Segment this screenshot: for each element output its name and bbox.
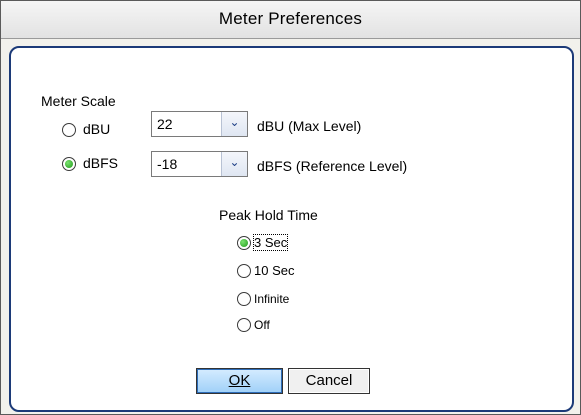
max-level-label: dBU (Max Level) xyxy=(257,118,362,134)
reference-level-dropdown[interactable]: -18 ⌄ xyxy=(151,151,248,177)
dbfs-radio[interactable] xyxy=(62,157,76,171)
cancel-button[interactable]: Cancel xyxy=(288,368,370,394)
chevron-down-icon: ⌄ xyxy=(229,115,240,129)
reference-level-value: -18 xyxy=(157,156,178,172)
ok-button-label: OK xyxy=(228,372,251,389)
cancel-button-label: Cancel xyxy=(305,372,353,389)
ok-button[interactable]: OK xyxy=(196,368,283,394)
peak-hold-heading: Peak Hold Time xyxy=(219,207,318,223)
title-bar[interactable]: Meter Preferences xyxy=(1,1,580,39)
peak-hold-off-label[interactable]: Off xyxy=(254,318,270,332)
peak-hold-10-sec-radio[interactable] xyxy=(237,264,251,278)
peak-hold-10-sec-label[interactable]: 10 Sec xyxy=(254,263,294,278)
dialog-title: Meter Preferences xyxy=(218,9,363,28)
max-level-value: 22 xyxy=(157,116,173,132)
chevron-down-icon: ⌄ xyxy=(229,155,240,169)
dbu-radio-label[interactable]: dBU xyxy=(83,121,110,137)
dbfs-radio-label[interactable]: dBFS xyxy=(83,155,118,171)
dbu-radio[interactable] xyxy=(62,123,76,137)
preferences-panel: Meter Scale dBU 22 ⌄ dBU (Max Level) dBF… xyxy=(9,46,574,412)
meter-preferences-dialog: Meter Preferences Meter Scale dBU 22 ⌄ d… xyxy=(0,0,581,415)
peak-hold-3-sec-label[interactable]: 3 Sec xyxy=(252,234,289,251)
reference-level-dropdown-button[interactable]: ⌄ xyxy=(221,152,247,176)
max-level-dropdown-button[interactable]: ⌄ xyxy=(221,112,247,136)
meter-scale-heading: Meter Scale xyxy=(41,93,116,109)
reference-level-label: dBFS (Reference Level) xyxy=(257,158,408,174)
peak-hold-off-radio[interactable] xyxy=(237,318,251,332)
peak-hold-3-sec-radio[interactable] xyxy=(237,236,251,250)
max-level-dropdown[interactable]: 22 ⌄ xyxy=(151,111,248,137)
peak-hold-infinite-radio[interactable] xyxy=(237,292,251,306)
peak-hold-infinite-label[interactable]: Infinite xyxy=(254,292,289,306)
